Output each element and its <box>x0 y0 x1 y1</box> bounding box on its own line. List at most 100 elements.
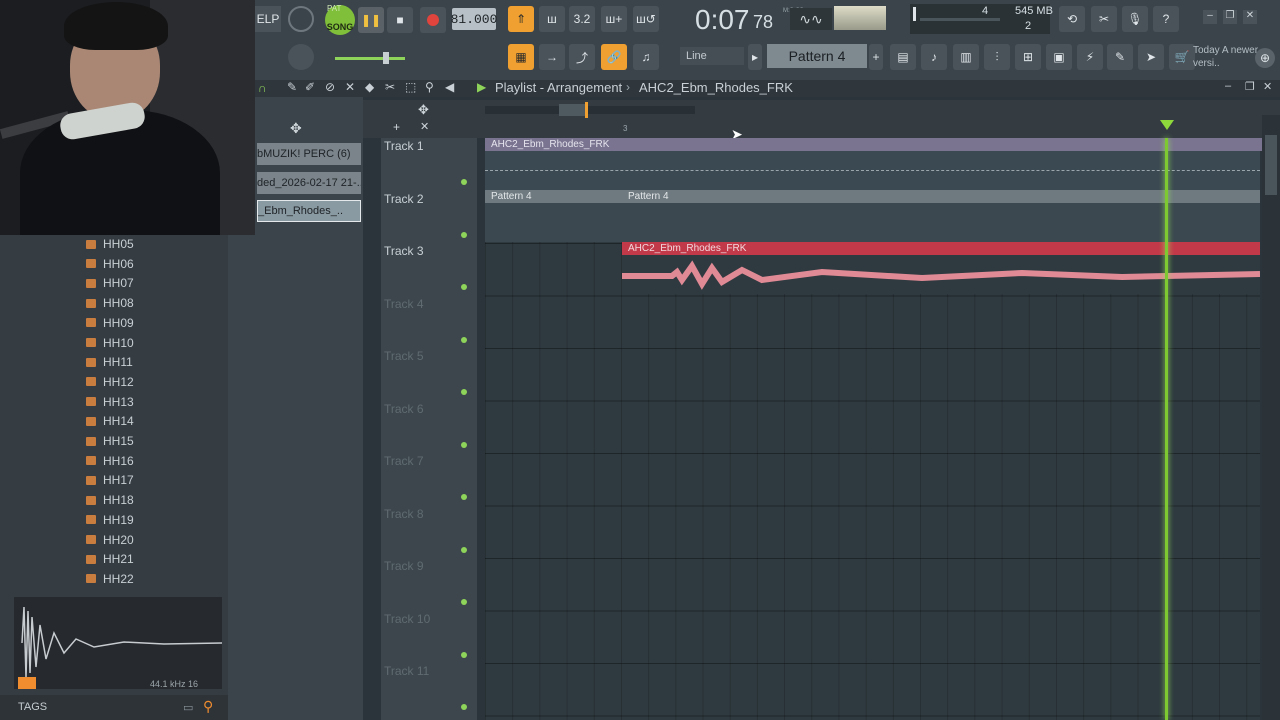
audio-clip-track1[interactable]: AHC2_Ebm_Rhodes_FRK <box>485 138 1266 190</box>
track-name[interactable]: Track 1 <box>384 139 424 153</box>
browser-item[interactable]: HH15 <box>86 432 134 450</box>
track-mute-led[interactable] <box>461 336 467 343</box>
audio-input-mic-icon[interactable]: 🎙 <box>1122 6 1148 32</box>
curve-tool-icon[interactable]: ⤴ <box>569 44 595 70</box>
horizontal-scroll-thumb[interactable] <box>559 104 587 116</box>
track-mute-led[interactable] <box>461 441 467 448</box>
browser-item[interactable]: HH09 <box>86 314 134 332</box>
snap-move-icon[interactable]: ✥ <box>418 102 429 118</box>
timeline-ruler[interactable]: ✥ + ✕ 3 ➤ <box>363 100 1280 142</box>
mixer-icon[interactable]: ⫶ <box>984 44 1010 70</box>
pattern-prev-button[interactable]: ▸ <box>748 44 762 70</box>
track-mute-led[interactable] <box>461 494 467 500</box>
piano-roll-snap-button[interactable]: ▦ <box>508 44 534 70</box>
browser-item[interactable]: HH06 <box>86 255 134 273</box>
select-tool-icon[interactable]: ⬚ <box>405 80 416 94</box>
track-name[interactable]: Track 8 <box>384 507 424 521</box>
wait-for-input-button[interactable]: ш <box>539 6 565 32</box>
track-name[interactable]: Track 5 <box>384 349 424 363</box>
paint-tool-icon[interactable]: ✐ <box>305 80 315 94</box>
picker-item[interactable]: bMUZIK! PERC (6) <box>257 143 361 165</box>
fx-icon[interactable]: ➤ <box>1138 44 1164 70</box>
arrow-right-icon[interactable]: → <box>539 44 565 70</box>
metronome-button[interactable]: ⇑ <box>508 6 534 32</box>
browser-item[interactable]: HH21 <box>86 550 134 568</box>
vertical-scroll-thumb[interactable] <box>1265 135 1277 195</box>
track-name[interactable]: Track 10 <box>384 612 430 626</box>
folder-icon[interactable]: ▭ <box>183 701 193 714</box>
slip-tool-icon[interactable]: ◆ <box>365 80 374 94</box>
search-icon[interactable]: ⚲ <box>203 698 213 715</box>
browser-item[interactable]: HH08 <box>86 294 134 312</box>
tools-icon[interactable]: ✂ <box>1091 6 1117 32</box>
help-question-icon[interactable]: ? <box>1153 6 1179 32</box>
undo-history-icon[interactable]: ⟲ <box>1059 6 1085 32</box>
playlist-play-icon[interactable]: ▶ <box>477 80 486 94</box>
countdown-button[interactable]: 3.2 <box>569 6 595 32</box>
track-mute-led[interactable] <box>461 179 467 185</box>
browser-item[interactable]: HH10 <box>86 334 134 352</box>
loop-record-button[interactable]: ш↺ <box>633 6 659 32</box>
song-position-time[interactable]: 0:07 <box>695 4 750 36</box>
horizontal-scrollbar[interactable] <box>485 106 695 114</box>
routing-icon[interactable]: ⊞ <box>1015 44 1041 70</box>
master-volume-knob[interactable] <box>288 6 314 32</box>
track-name[interactable]: Track 11 <box>384 664 429 678</box>
volume-slider-handle[interactable] <box>383 52 389 64</box>
maximize-window-button[interactable]: ❐ <box>1223 10 1237 24</box>
shop-cart-icon[interactable]: 🛒 <box>1169 44 1195 70</box>
playlist-icon[interactable]: ▤ <box>890 44 916 70</box>
stop-button[interactable]: ■ <box>387 7 413 33</box>
panel-minimize-button[interactable]: – <box>1225 80 1231 92</box>
track-mute-led[interactable] <box>461 546 467 553</box>
master-pitch-knob[interactable] <box>288 44 314 70</box>
globe-icon[interactable]: ⊕ <box>1255 48 1275 68</box>
browser-item[interactable]: HH12 <box>86 373 134 391</box>
track-name[interactable]: Track 2 <box>384 192 424 206</box>
help-menu-button[interactable]: ELP <box>255 6 281 32</box>
picker-move-icon[interactable]: ✥ <box>290 120 302 137</box>
track-mute-led[interactable] <box>461 704 467 710</box>
browser-item[interactable]: HH17 <box>86 471 134 489</box>
pattern-add-button[interactable]: + <box>869 44 883 70</box>
browser-item[interactable]: HH18 <box>86 491 134 509</box>
track-mute-led[interactable] <box>461 651 467 658</box>
browser-item[interactable]: HH05 <box>86 235 134 253</box>
picker-item[interactable]: ded_2026-02-17 21-.. <box>257 172 361 194</box>
magnet-icon[interactable]: ∩ <box>258 81 267 95</box>
track-name[interactable]: Track 4 <box>384 297 424 311</box>
step-edit-button[interactable]: ш+ <box>601 6 627 32</box>
record-button[interactable] <box>420 7 446 33</box>
close-window-button[interactable]: ✕ <box>1243 10 1257 24</box>
pattern-clip-a[interactable]: Pattern 4 <box>485 190 622 242</box>
piano-roll-icon[interactable]: ♪ <box>921 44 947 70</box>
browser-item[interactable]: HH19 <box>86 511 134 529</box>
channel-rack-icon[interactable]: ▥ <box>953 44 979 70</box>
playback-tool-icon[interactable]: ◀ <box>445 80 454 94</box>
playlist-grid[interactable]: AHC2_Ebm_Rhodes_FRK Pattern 4 Pattern 4 … <box>485 138 1266 720</box>
track-mute-led[interactable] <box>461 389 467 395</box>
track-name[interactable]: Track 7 <box>384 454 424 468</box>
track-mute-led[interactable] <box>461 599 467 605</box>
minimize-window-button[interactable]: – <box>1203 10 1217 24</box>
track-name[interactable]: Track 9 <box>384 559 424 573</box>
pattern-selector[interactable]: Pattern 4 <box>767 44 867 68</box>
browser-item[interactable]: HH22 <box>86 570 134 588</box>
link-icon[interactable]: 🔗 <box>601 44 627 70</box>
tempo-tapper-icon[interactable]: ✎ <box>1107 44 1133 70</box>
vertical-scrollbar[interactable] <box>1262 115 1280 720</box>
zoom-tool-icon[interactable]: ⚲ <box>425 80 434 94</box>
track-mute-led[interactable] <box>461 284 467 290</box>
browser-item[interactable]: HH14 <box>86 412 134 430</box>
plugin-icon[interactable]: ⚡ <box>1077 44 1103 70</box>
browser-icon[interactable]: ▣ <box>1046 44 1072 70</box>
playhead-marker-icon[interactable] <box>1160 120 1174 130</box>
sample-waveform-preview[interactable] <box>14 597 223 689</box>
preview-play-icon[interactable] <box>18 677 36 689</box>
track-name[interactable]: Track 6 <box>384 402 424 416</box>
track-mute-led[interactable] <box>461 231 467 238</box>
playhead-line[interactable] <box>1165 138 1168 720</box>
track-name[interactable]: Track 3 <box>384 244 424 258</box>
browser-item[interactable]: HH07 <box>86 274 134 292</box>
panel-maximize-button[interactable]: ❐ <box>1245 80 1255 93</box>
